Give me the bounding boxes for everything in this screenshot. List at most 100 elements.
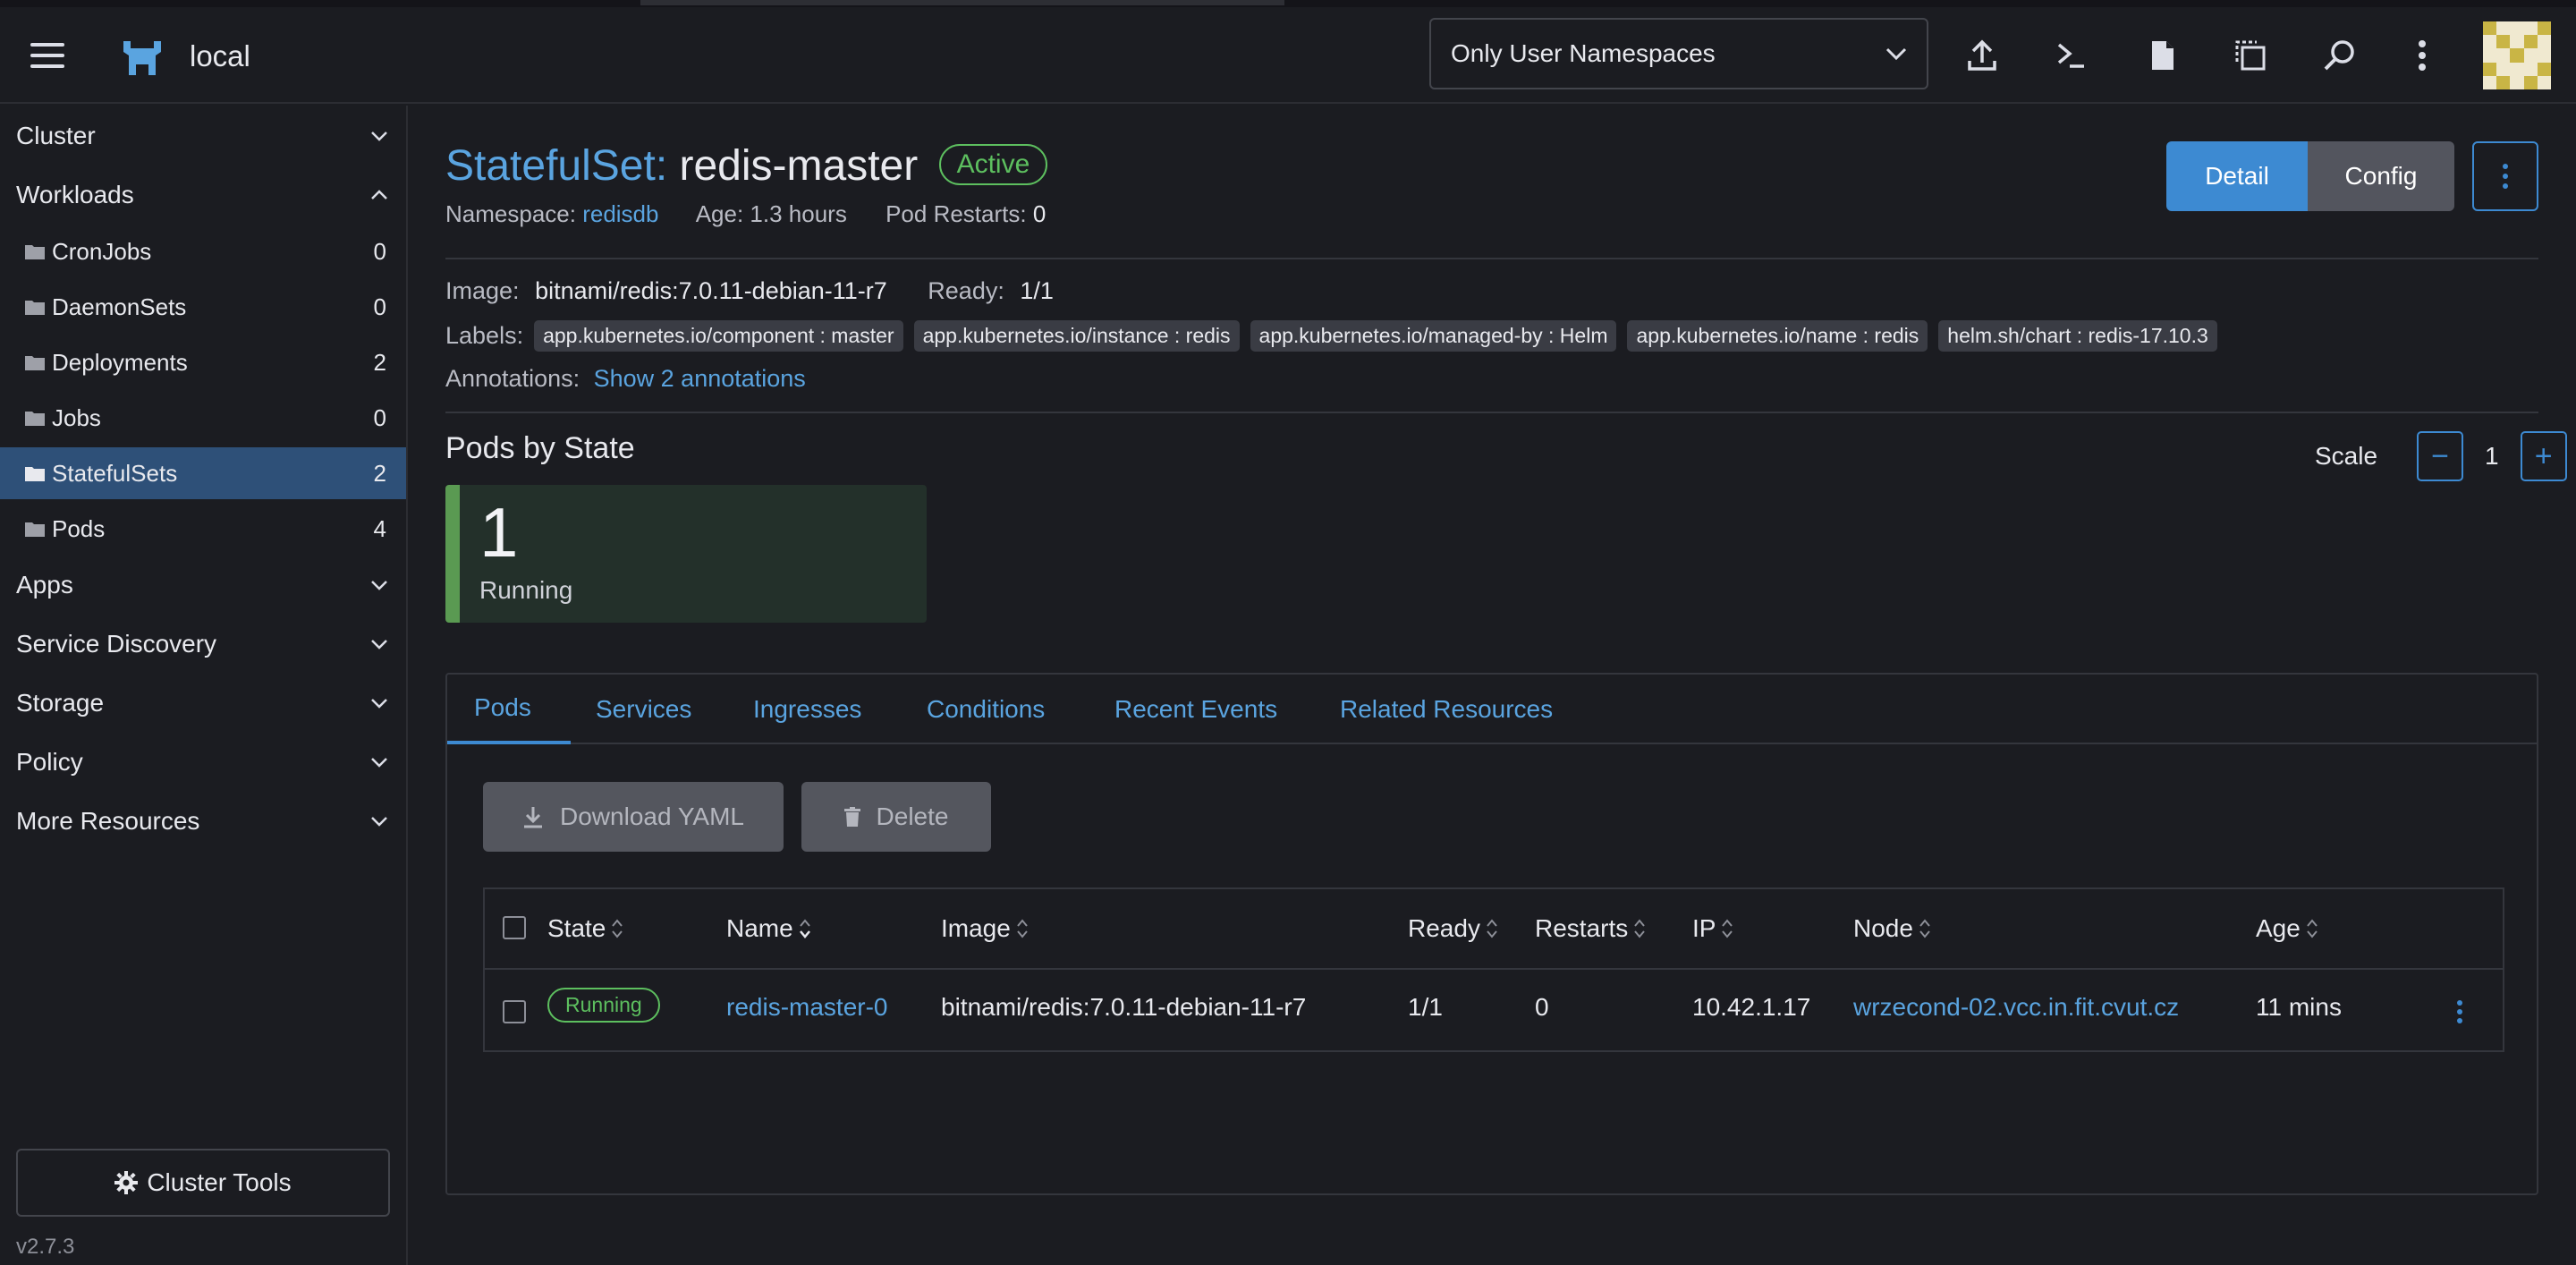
ready-label: Ready:	[928, 277, 1004, 304]
namespace-link[interactable]: redisdb	[582, 200, 658, 227]
select-all-checkbox[interactable]	[503, 916, 526, 939]
divider	[445, 258, 2538, 259]
column-header-label: Name	[726, 914, 793, 942]
import-yaml-icon[interactable]	[1961, 34, 2004, 77]
sidebar-group-storage[interactable]: Storage	[0, 676, 406, 730]
chevron-up-icon	[371, 190, 387, 200]
labels-label: Labels:	[445, 322, 524, 349]
user-avatar[interactable]	[2483, 21, 2551, 89]
column-header-label: Restarts	[1535, 914, 1629, 942]
pod-state-badge: Running	[547, 988, 660, 1023]
sidebar-item-daemonsets[interactable]: DaemonSets 0	[0, 281, 406, 333]
labels-row: Labels: app.kubernetes.io/component : ma…	[445, 320, 2217, 352]
download-icon	[524, 807, 543, 828]
sort-icon	[1487, 919, 1497, 938]
delete-button[interactable]: Delete	[801, 782, 991, 852]
sidebar-group-workloads[interactable]: Workloads	[0, 168, 406, 222]
column-header-ip[interactable]: IP	[1692, 914, 1733, 943]
sidebar-group-service-discovery[interactable]: Service Discovery	[0, 617, 406, 671]
pod-name-link[interactable]: redis-master-0	[726, 993, 887, 1022]
sidebar-item-label: Jobs	[52, 403, 101, 431]
sidebar-item-count: 0	[373, 403, 386, 431]
column-header-node[interactable]: Node	[1853, 914, 1931, 943]
namespace-label: Namespace:	[445, 200, 576, 227]
kubeconfig-file-icon[interactable]	[2141, 34, 2184, 77]
sidebar-item-jobs[interactable]: Jobs 0	[0, 392, 406, 444]
column-header-state[interactable]: State	[547, 914, 623, 943]
pods-by-state-title: Pods by State	[445, 431, 635, 465]
sidebar-item-statefulsets[interactable]: StatefulSets 2	[0, 447, 406, 499]
resource-name: redis-master	[679, 142, 919, 190]
actions-menu-button[interactable]	[2472, 141, 2538, 211]
sidebar-item-cronjobs[interactable]: CronJobs 0	[0, 225, 406, 277]
pod-state-card-running: 1 Running	[445, 485, 927, 623]
cluster-tools-button[interactable]: Cluster Tools	[16, 1149, 390, 1217]
sidebar-item-label: CronJobs	[52, 237, 152, 265]
column-header-age[interactable]: Age	[2256, 914, 2318, 943]
chevron-down-icon	[1885, 47, 1907, 60]
row-checkbox[interactable]	[503, 1000, 526, 1023]
sidebar-group-label: Workloads	[16, 181, 134, 208]
copy-config-icon[interactable]	[2229, 34, 2272, 77]
annotations-label: Annotations:	[445, 365, 580, 392]
detail-view-button[interactable]: Detail	[2166, 141, 2308, 211]
tab-pods[interactable]: Pods	[447, 675, 571, 744]
sidebar-item-pods[interactable]: Pods 4	[0, 503, 406, 555]
top-header: local Only User Namespaces	[0, 7, 2576, 104]
folder-icon	[25, 522, 45, 537]
sidebar: Cluster Workloads CronJobs 0 DaemonSets …	[0, 106, 408, 1265]
sidebar-group-label: Apps	[16, 571, 73, 599]
pod-node-link[interactable]: wrzecond-02.vcc.in.fit.cvut.cz	[1853, 993, 2179, 1022]
column-header-image[interactable]: Image	[941, 914, 1029, 943]
search-icon[interactable]	[2318, 34, 2361, 77]
sidebar-group-policy[interactable]: Policy	[0, 735, 406, 789]
menu-icon[interactable]	[30, 43, 64, 68]
chevron-down-icon	[371, 817, 387, 827]
label-tag: app.kubernetes.io/component : master	[534, 320, 903, 352]
image-ready-row: Image: bitnami/redis:7.0.11-debian-11-r7…	[445, 277, 1054, 305]
tab-services[interactable]: Services	[596, 675, 691, 744]
sidebar-group-label: Policy	[16, 748, 83, 776]
pod-restarts: 0	[1535, 993, 1549, 1021]
top-tab-indicator	[640, 0, 1284, 5]
sidebar-item-label: Pods	[52, 514, 106, 542]
chevron-down-icon	[371, 132, 387, 141]
kubectl-shell-icon[interactable]	[2050, 34, 2093, 77]
cluster-name[interactable]: local	[190, 39, 250, 73]
pod-age: 11 mins	[2256, 993, 2342, 1021]
scale-up-button[interactable]: +	[2520, 431, 2567, 481]
sidebar-item-count: 4	[373, 514, 386, 542]
column-header-label: State	[547, 914, 606, 942]
row-actions-button[interactable]	[2449, 997, 2470, 1027]
more-options-icon[interactable]	[2401, 34, 2444, 77]
label-tag: app.kubernetes.io/managed-by : Helm	[1250, 320, 1617, 352]
label-tag: app.kubernetes.io/name : redis	[1627, 320, 1928, 352]
tab-related-resources[interactable]: Related Resources	[1340, 675, 1553, 744]
sidebar-group-more-resources[interactable]: More Resources	[0, 794, 406, 848]
download-yaml-button[interactable]: Download YAML	[483, 782, 784, 852]
pods-table: State Name Image Ready Restarts IP Node …	[483, 887, 2504, 1052]
sort-icon	[1017, 919, 1028, 938]
sidebar-item-count: 0	[373, 237, 386, 265]
config-view-button[interactable]: Config	[2308, 141, 2454, 211]
sidebar-group-label: More Resources	[16, 807, 200, 835]
sidebar-group-label: Cluster	[16, 122, 96, 149]
sidebar-group-cluster[interactable]: Cluster	[0, 109, 406, 163]
folder-icon	[25, 356, 45, 370]
column-header-name[interactable]: Name	[726, 914, 811, 943]
tab-conditions[interactable]: Conditions	[927, 675, 1045, 744]
kebab-menu-icon	[2457, 1000, 2462, 1023]
namespace-filter-select[interactable]: Only User Namespaces	[1429, 18, 1928, 89]
folder-icon	[25, 412, 45, 426]
column-header-restarts[interactable]: Restarts	[1535, 914, 1646, 943]
label-tag: helm.sh/chart : redis-17.10.3	[1938, 320, 2217, 352]
column-header-ready[interactable]: Ready	[1408, 914, 1498, 943]
scale-down-button[interactable]: −	[2417, 431, 2464, 481]
sidebar-group-apps[interactable]: Apps	[0, 558, 406, 612]
pod-ip: 10.42.1.17	[1692, 993, 1811, 1021]
tab-recent-events[interactable]: Recent Events	[1114, 675, 1277, 744]
show-annotations-link[interactable]: Show 2 annotations	[594, 365, 806, 392]
chevron-down-icon	[371, 758, 387, 768]
sidebar-item-deployments[interactable]: Deployments 2	[0, 336, 406, 388]
tab-ingresses[interactable]: Ingresses	[753, 675, 861, 744]
